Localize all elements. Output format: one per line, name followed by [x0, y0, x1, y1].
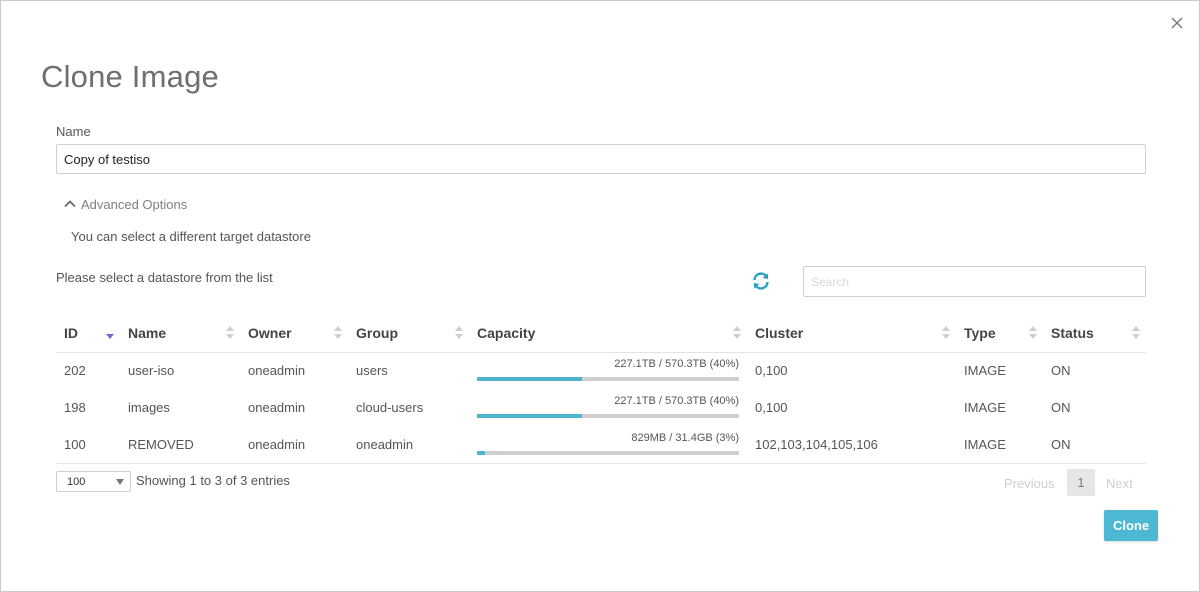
sort-icon: [733, 326, 741, 340]
cell-group: users: [356, 363, 388, 378]
cell-cluster: 0,100: [755, 363, 788, 378]
caret-down-icon: [116, 479, 124, 485]
clone-button[interactable]: Clone: [1104, 510, 1158, 541]
column-label: Type: [964, 325, 996, 342]
cell-status: ON: [1051, 363, 1071, 378]
capacity-bar: [477, 376, 739, 381]
cell-capacity: 227.1TB / 570.3TB (40%): [469, 389, 747, 426]
capacity-text: 227.1TB / 570.3TB (40%): [614, 394, 739, 407]
cell-cluster: 102,103,104,105,106: [747, 426, 956, 464]
page-length-value: 100: [67, 476, 86, 488]
capacity-bar-fill: [477, 450, 485, 455]
column-label: Owner: [248, 325, 292, 342]
cell-owner: oneadmin: [248, 363, 306, 378]
dialog-title: Clone Image: [41, 59, 219, 94]
search-input[interactable]: [803, 266, 1146, 297]
advanced-options-text: You can select a different target datast…: [71, 229, 311, 244]
column-label: Name: [128, 325, 167, 342]
name-label: Name: [56, 124, 91, 139]
select-datastore-prompt: Please select a datastore from the list: [56, 270, 273, 285]
sort-icon: [1029, 326, 1037, 340]
column-label: Capacity: [477, 325, 536, 342]
table-row[interactable]: 100 REMOVED oneadmin oneadmin 829MB / 31…: [56, 426, 1146, 464]
pagination-page-1[interactable]: 1: [1067, 469, 1095, 496]
capacity-bar: [477, 413, 739, 418]
table-header-row: ID Name Owner Group Capacity Cluster Typ…: [56, 315, 1146, 353]
name-input[interactable]: [56, 144, 1146, 174]
column-label: Cluster: [755, 325, 804, 342]
cell-type: IMAGE: [956, 426, 1043, 464]
cell-status: ON: [1051, 400, 1071, 415]
cell-name: images: [128, 400, 170, 415]
column-header-status[interactable]: Status: [1043, 315, 1146, 353]
cell-capacity: 829MB / 31.4GB (3%): [469, 426, 747, 464]
clone-image-dialog: Clone Image Name Advanced Options You ca…: [0, 0, 1200, 592]
cell-type: IMAGE: [964, 363, 1006, 378]
entries-info: Showing 1 to 3 of 3 entries: [136, 473, 290, 488]
capacity-text: 227.1TB / 570.3TB (40%): [614, 357, 739, 370]
column-header-type[interactable]: Type: [956, 315, 1043, 353]
sort-icon: [334, 326, 342, 340]
sort-desc-icon: [106, 326, 114, 340]
cell-owner: oneadmin: [248, 400, 306, 415]
cell-id: 198: [64, 400, 86, 415]
cell-type: IMAGE: [964, 400, 1006, 415]
cell-cluster: 0,100: [755, 400, 788, 415]
column-header-group[interactable]: Group: [348, 315, 469, 353]
column-header-id[interactable]: ID: [56, 315, 120, 353]
pagination-previous[interactable]: Previous: [1004, 476, 1055, 491]
column-header-capacity[interactable]: Capacity: [469, 315, 747, 353]
table-row[interactable]: 202 user-iso oneadmin users 227.1TB / 57…: [56, 352, 1146, 389]
capacity-bar: [477, 450, 739, 455]
capacity-text: 829MB / 31.4GB (3%): [631, 431, 739, 444]
table-row[interactable]: 198 images oneadmin cloud-users 227.1TB …: [56, 389, 1146, 426]
advanced-options-toggle[interactable]: Advanced Options: [64, 197, 187, 212]
column-header-cluster[interactable]: Cluster: [747, 315, 956, 353]
pagination-next[interactable]: Next: [1106, 476, 1133, 491]
sort-icon: [1132, 326, 1140, 340]
cell-group: oneadmin: [348, 426, 469, 464]
sort-icon: [226, 326, 234, 340]
cell-group: cloud-users: [356, 400, 424, 415]
cell-capacity: 227.1TB / 570.3TB (40%): [469, 352, 747, 389]
datastore-table: ID Name Owner Group Capacity Cluster Typ…: [56, 315, 1146, 464]
column-label: Status: [1051, 325, 1094, 342]
column-label: ID: [64, 325, 78, 342]
sort-icon: [455, 326, 463, 340]
advanced-options-label: Advanced Options: [81, 197, 188, 212]
refresh-icon[interactable]: [751, 271, 771, 291]
page-length-select[interactable]: 100: [56, 471, 131, 492]
cell-status: ON: [1043, 426, 1146, 464]
column-header-name[interactable]: Name: [120, 315, 240, 353]
capacity-bar-fill: [477, 413, 582, 418]
cell-name: user-iso: [128, 363, 175, 378]
column-label: Group: [356, 325, 398, 342]
cell-name: REMOVED: [120, 426, 240, 464]
column-header-owner[interactable]: Owner: [240, 315, 348, 353]
close-icon[interactable]: [1169, 15, 1185, 31]
cell-owner: oneadmin: [240, 426, 348, 464]
capacity-bar-fill: [477, 376, 582, 381]
chevron-up-icon: [64, 197, 76, 212]
cell-id: 202: [64, 363, 86, 378]
sort-icon: [942, 326, 950, 340]
cell-id: 100: [56, 426, 120, 464]
